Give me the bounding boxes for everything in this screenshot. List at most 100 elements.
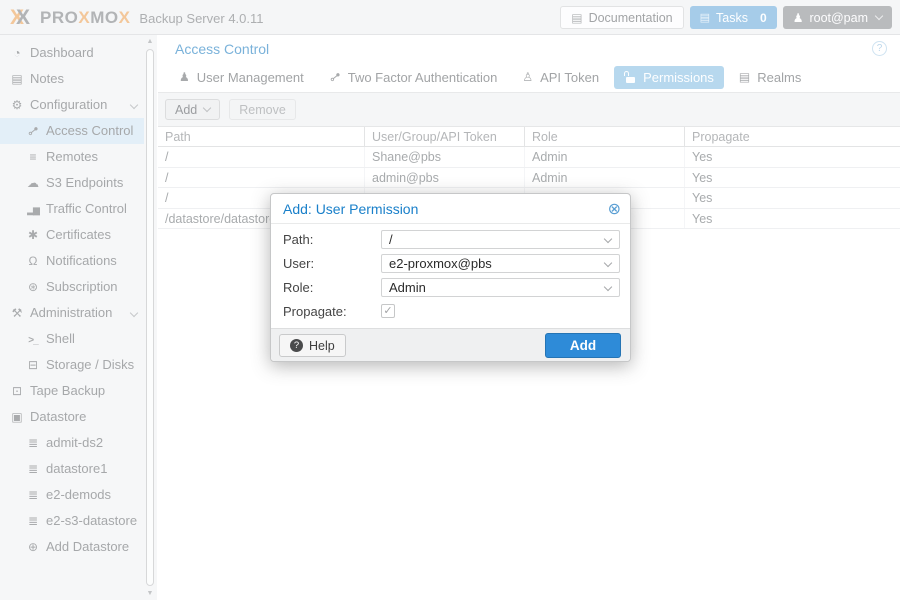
address-book-icon: ▤ — [739, 70, 750, 84]
sidebar-item-notes[interactable]: ▤Notes — [0, 66, 157, 92]
database-icon: ≣ — [24, 482, 42, 508]
user-icon: ♟ — [179, 70, 190, 84]
user-label: User: — [283, 254, 314, 273]
chevron-down-icon[interactable] — [604, 283, 612, 291]
user-outline-icon: ♙ — [522, 70, 533, 84]
proxmox-x-icon: X X — [10, 6, 36, 30]
unlock-icon — [624, 71, 636, 83]
add-user-permission-dialog: Add: User Permission ⊗ Path: / User: e2-… — [270, 193, 631, 362]
sidebar-item-administration[interactable]: ⚒Administration — [0, 300, 157, 326]
sidebar-item-dashboard[interactable]: ◔Dashboard — [0, 40, 157, 66]
role-combo[interactable]: Admin — [381, 278, 620, 297]
sidebar-item-e2-demods[interactable]: ≣e2-demods — [0, 482, 157, 508]
chevron-down-icon[interactable] — [604, 259, 612, 267]
sidebar-nav: ◔Dashboard ▤Notes ⚙Configuration ⊶Access… — [0, 35, 157, 600]
path-combo[interactable]: / — [381, 230, 620, 249]
dialog-header[interactable]: Add: User Permission ⊗ — [271, 194, 630, 224]
version-number: 4.0.11 — [228, 11, 263, 26]
dialog-footer: ? Help Add — [271, 328, 630, 361]
sidebar-item-tape-backup[interactable]: ⊡Tape Backup — [0, 378, 157, 404]
chevron-down-icon — [875, 12, 883, 20]
table-row[interactable]: / Shane@pbs Admin Yes — [158, 147, 900, 168]
table-row[interactable]: / admin@pbs Admin Yes — [158, 168, 900, 189]
top-bar: X X PROXMOX Backup Server 4.0.11 ▤ Docum… — [0, 0, 900, 35]
sidebar-item-configuration[interactable]: ⚙Configuration — [0, 92, 157, 118]
tasks-button[interactable]: ▤ Tasks 0 — [690, 6, 777, 29]
wrench-icon: ⚒ — [8, 300, 26, 326]
tab-permissions[interactable]: Permissions — [614, 66, 724, 89]
role-field-row: Role: Admin — [283, 278, 620, 297]
sidebar-item-certificates[interactable]: ✱Certificates — [0, 222, 157, 248]
dialog-title: Add: User Permission — [283, 201, 418, 217]
sidebar-scrollbar[interactable]: ▲ ▼ — [145, 36, 155, 599]
brand-text: PROXMOX — [40, 8, 130, 28]
note-icon: ▤ — [8, 66, 26, 92]
close-icon[interactable]: ⊗ — [608, 199, 621, 219]
sidebar-item-subscription[interactable]: ⊛Subscription — [0, 274, 157, 300]
tab-api-token[interactable]: ♙API Token — [512, 66, 609, 89]
database-icon: ≣ — [24, 430, 42, 456]
column-header-role[interactable]: Role — [525, 127, 685, 146]
key-icon: ⊶ — [18, 115, 49, 146]
sidebar-item-admit-ds2[interactable]: ≣admit-ds2 — [0, 430, 157, 456]
help-icon[interactable]: ? — [872, 41, 887, 56]
disk-icon: ⊟ — [24, 352, 42, 378]
tab-realms[interactable]: ▤Realms — [729, 66, 811, 89]
question-icon: ? — [290, 339, 303, 352]
page-title: Access Control — [175, 41, 269, 57]
collapse-chevron-icon[interactable] — [130, 101, 138, 109]
product-name: Backup Server 4.0.11 — [139, 11, 263, 26]
sidebar-item-storage-disks[interactable]: ⊟Storage / Disks — [0, 352, 157, 378]
content-title-bar: Access Control ? — [158, 35, 900, 62]
table-header-row: Path User/Group/API Token Role Propagate — [158, 126, 900, 147]
sidebar-item-remotes[interactable]: ≡Remotes — [0, 144, 157, 170]
sidebar-item-e2-s3-datastore[interactable]: ≣e2-s3-datastore — [0, 508, 157, 534]
role-label: Role: — [283, 278, 313, 297]
sidebar-item-access-control[interactable]: ⊶Access Control — [0, 118, 144, 144]
user-combo[interactable]: e2-proxmox@pbs — [381, 254, 620, 273]
propagate-field-row: Propagate: ✓ — [283, 302, 620, 321]
sidebar-item-traffic-control[interactable]: ▂▆Traffic Control — [0, 196, 157, 222]
tab-bar: ♟User Management ⊶Two Factor Authenticat… — [158, 62, 900, 93]
documentation-button[interactable]: ▤ Documentation — [560, 6, 683, 29]
add-button[interactable]: Add — [165, 99, 220, 120]
certificate-icon: ✱ — [24, 222, 42, 248]
column-header-propagate[interactable]: Propagate — [685, 127, 900, 146]
user-icon: ♟ — [793, 11, 804, 25]
collapse-chevron-icon[interactable] — [130, 309, 138, 317]
sidebar-item-notifications[interactable]: ΩNotifications — [0, 248, 157, 274]
scrollbar-thumb[interactable] — [146, 49, 154, 586]
sidebar-item-datastore[interactable]: ▣Datastore — [0, 404, 157, 430]
dialog-add-button[interactable]: Add — [545, 333, 621, 358]
tape-icon: ⊡ — [8, 378, 26, 404]
scroll-down-icon[interactable]: ▼ — [145, 590, 155, 597]
remove-button[interactable]: Remove — [229, 99, 296, 120]
tab-user-management[interactable]: ♟User Management — [169, 66, 314, 89]
chevron-down-icon[interactable] — [604, 235, 612, 243]
add-circle-icon: ⊕ — [24, 534, 42, 560]
server-list-icon: ≡ — [24, 144, 42, 170]
help-button[interactable]: ? Help — [279, 334, 346, 357]
user-menu-button[interactable]: ♟ root@pam — [783, 6, 892, 29]
gears-icon: ⚙ — [8, 92, 26, 118]
path-field-row: Path: / — [283, 230, 620, 249]
scroll-up-icon[interactable]: ▲ — [145, 38, 155, 45]
dashboard-icon: ◔ — [8, 40, 26, 66]
lifering-icon: ⊛ — [24, 274, 42, 300]
cloud-icon: ☁ — [24, 170, 42, 196]
database-icon: ≣ — [24, 508, 42, 534]
tab-two-factor-authentication[interactable]: ⊶Two Factor Authentication — [319, 66, 508, 89]
sidebar-item-shell[interactable]: >_Shell — [0, 326, 157, 352]
path-label: Path: — [283, 230, 313, 249]
book-icon: ▤ — [571, 11, 582, 25]
sidebar-item-datastore1[interactable]: ≣datastore1 — [0, 456, 157, 482]
grid-toolbar: Add Remove — [158, 93, 900, 126]
column-header-user[interactable]: User/Group/API Token — [365, 127, 525, 146]
propagate-label: Propagate: — [283, 302, 347, 321]
sidebar-item-add-datastore[interactable]: ⊕Add Datastore — [0, 534, 157, 560]
column-header-path[interactable]: Path — [158, 127, 365, 146]
sidebar-item-s3-endpoints[interactable]: ☁S3 Endpoints — [0, 170, 157, 196]
chevron-down-icon — [203, 104, 211, 112]
propagate-checkbox[interactable]: ✓ — [381, 304, 395, 318]
app-window: X X PROXMOX Backup Server 4.0.11 ▤ Docum… — [0, 0, 900, 600]
